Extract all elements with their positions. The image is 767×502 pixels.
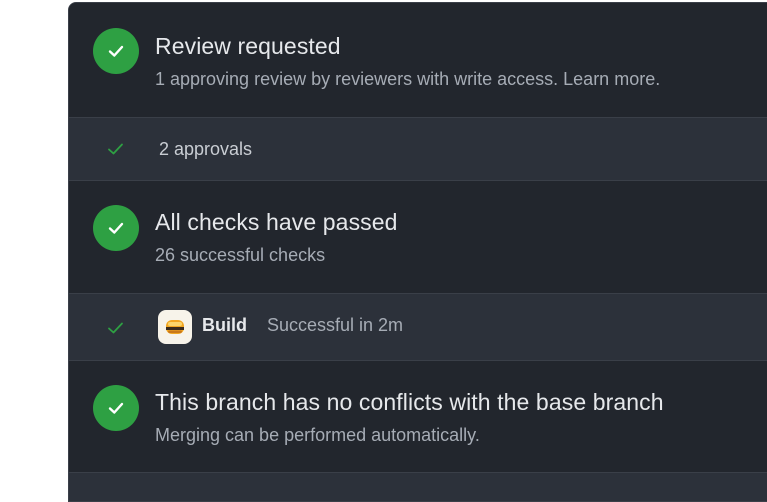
build-name: Build [202, 315, 247, 335]
next-section [69, 473, 767, 501]
review-description: 1 approving review by reviewers with wri… [155, 69, 661, 89]
approvals-check-icon [108, 143, 123, 155]
conflicts-section: This branch has no conflicts with the ba… [69, 361, 767, 473]
review-title: Review requested [155, 33, 341, 59]
review-section: Review requested 1 approving review by r… [69, 3, 767, 118]
build-status: Successful in 2m [267, 315, 404, 335]
checks-description: 26 successful checks [155, 245, 326, 265]
build-check-row[interactable]: Build Successful in 2m [69, 294, 767, 361]
checks-check-circle-icon [93, 205, 139, 251]
review-check-circle-icon [93, 28, 139, 74]
build-check-icon [108, 322, 123, 334]
approvals-row[interactable]: 2 approvals [69, 118, 767, 181]
checks-section: All checks have passed 26 successful che… [69, 181, 767, 294]
approvals-label: 2 approvals [159, 139, 253, 159]
conflicts-description: Merging can be performed automatically. [155, 425, 480, 445]
checks-title: All checks have passed [155, 209, 398, 235]
conflicts-title: This branch has no conflicts with the ba… [155, 389, 664, 415]
build-app-icon [158, 310, 192, 344]
conflicts-check-circle-icon [93, 385, 139, 431]
merge-status-panel: Review requested 1 approving review by r… [68, 2, 767, 502]
